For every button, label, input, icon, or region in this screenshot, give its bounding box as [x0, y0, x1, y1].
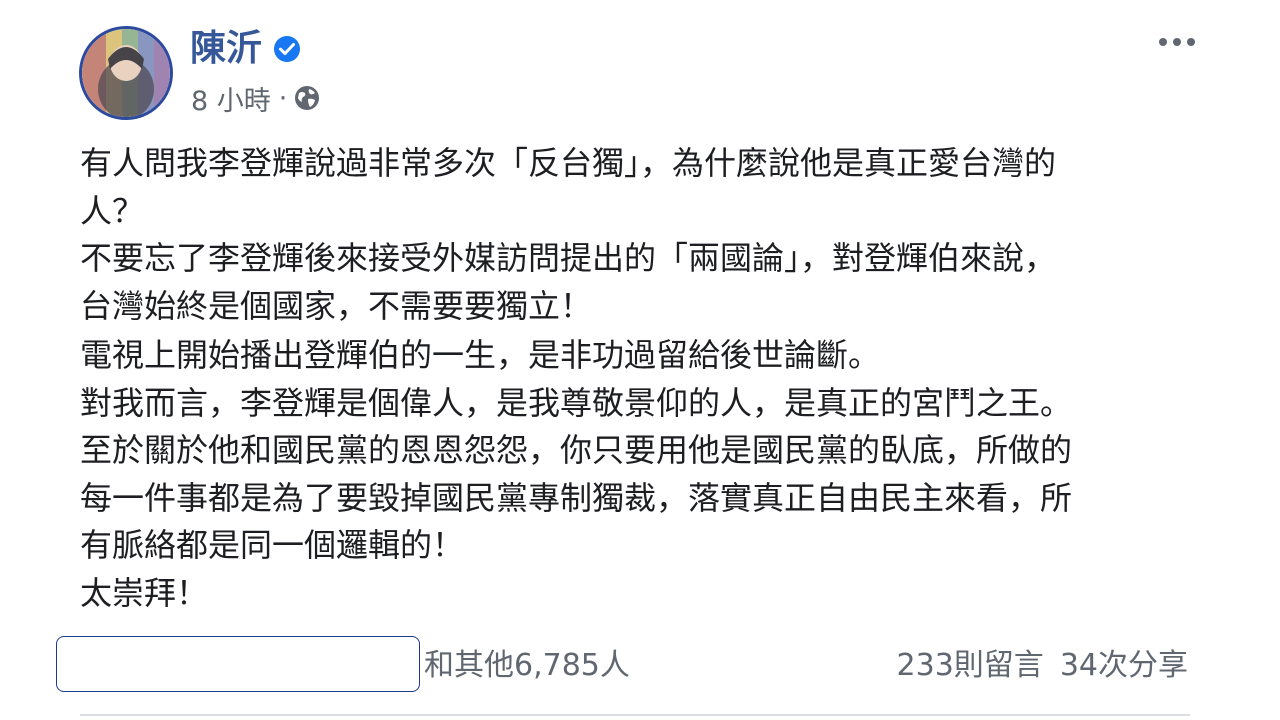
text-line: 不要忘了李登輝後來接受外媒訪問提出的「兩國論」，對登輝伯來說，	[80, 239, 1057, 277]
author-avatar[interactable]	[79, 26, 173, 120]
text-line: 對我而言，李登輝是個偉人，是我尊敬景仰的人，是真正的宮鬥之王。	[80, 383, 1073, 422]
facebook-post: 陳沂 8 小時 · 有人問我李登輝說過非常多次「反台獨」，為什麼說他是真正愛台灣…	[0, 0, 1280, 720]
comments-count[interactable]: 233則留言	[897, 648, 1044, 683]
post-meta: 8 小時 ·	[191, 79, 321, 118]
reactions-highlight-box[interactable]	[56, 636, 420, 692]
meta-separator: ·	[278, 82, 288, 114]
reactions-count[interactable]: 和其他6,785人	[424, 644, 630, 688]
text-line: 至於關於他和國民黨的恩恩怨怨，你只要用他是國民黨的臥底，所做的	[80, 431, 1073, 469]
author-name[interactable]: 陳沂	[190, 26, 262, 72]
verified-badge-icon	[274, 36, 300, 62]
text-line: 有脈絡都是同一個邏輯的！	[80, 526, 465, 564]
footer-divider	[80, 714, 1190, 716]
text-line: 人？	[80, 191, 145, 230]
text-line: 台灣始終是個國家，不需要要獨立！	[80, 286, 593, 325]
globe-icon[interactable]	[293, 84, 321, 112]
text-line: 有人問我李登輝說過非常多次「反台獨」，為什麼說他是真正愛台灣的	[80, 144, 1057, 182]
post-paragraph-1: 有人問我李登輝說過非常多次「反台獨」，為什麼說他是真正愛台灣的 人？ 不要忘了李…	[80, 140, 1180, 330]
post-text: 有人問我李登輝說過非常多次「反台獨」，為什麼說他是真正愛台灣的 人？ 不要忘了李…	[80, 140, 1180, 617]
post-stats: 233則留言 34次分享	[897, 644, 1188, 688]
more-options-icon[interactable]	[1156, 30, 1198, 54]
shares-count[interactable]: 34次分享	[1060, 648, 1188, 683]
text-line: 電視上開始播出登輝伯的一生，是非功過留給後世論斷。	[80, 336, 881, 374]
post-paragraph-2: 電視上開始播出登輝伯的一生，是非功過留給後世論斷。 對我而言，李登輝是個偉人，是…	[80, 332, 1180, 617]
avatar-image	[82, 29, 170, 117]
post-timestamp[interactable]: 8 小時	[191, 79, 271, 118]
text-line: 太崇拜！	[80, 573, 209, 612]
text-line: 每一件事都是為了要毀掉國民黨專制獨裁，落實真正自由民主來看，所	[80, 478, 1073, 517]
